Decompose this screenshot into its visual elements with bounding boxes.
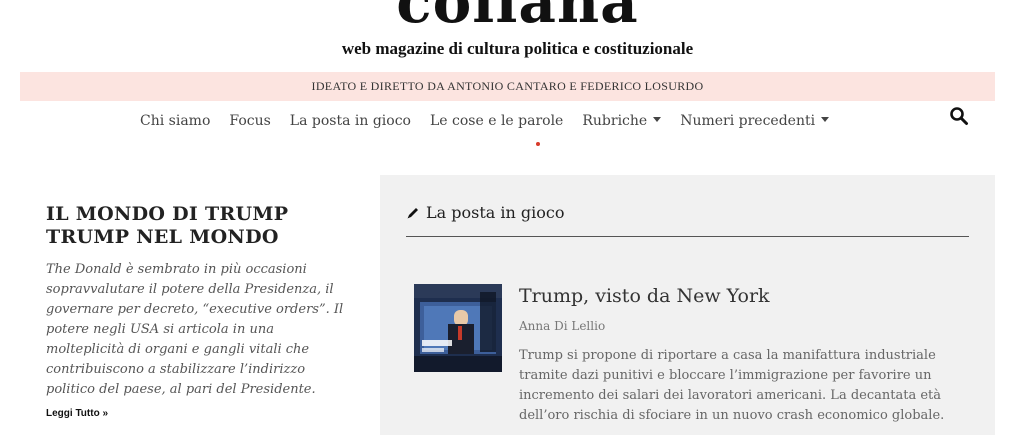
article-author[interactable]: Anna Di Lellio [519,319,605,333]
site-logo[interactable]: collana [0,0,1035,34]
site-tagline: web magazine di cultura politica e costi… [341,39,694,58]
search-icon[interactable] [949,106,969,126]
section-title: La posta in gioco [426,203,565,222]
nav-item-numeri-precedenti-label: Numeri precedenti [680,113,816,129]
pen-icon [407,207,418,218]
read-more-link[interactable]: Leggi Tutto » [46,408,356,419]
feature-column: IL MONDO DI TRUMP TRUMP NEL MONDO The Do… [46,203,356,419]
nav-item-chi-siamo[interactable]: Chi siamo [140,113,210,129]
nav-item-rubriche-label: Rubriche [582,113,648,129]
active-nav-indicator [536,142,540,146]
nav-item-le-cose-e-le-parole[interactable]: Le cose e le parole [430,113,563,129]
nav-item-la-posta-in-gioco[interactable]: La posta in gioco [290,113,411,129]
chevron-down-icon [653,116,662,122]
posta-in-gioco-panel: La posta in gioco Trump, visto da New Yo… [380,175,995,435]
section-divider [406,236,969,237]
nav-item-focus[interactable]: Focus [229,113,270,129]
nav-item-numeri-precedenti[interactable]: Numeri precedenti [680,113,830,129]
nav-item-rubriche[interactable]: Rubriche [582,113,662,129]
chevron-down-icon [821,116,830,122]
feature-excerpt: The Donald è sembrato in più occasioni s… [46,262,344,397]
article-thumbnail[interactable] [414,284,502,372]
article-title[interactable]: Trump, visto da New York [519,285,770,307]
feature-title[interactable]: IL MONDO DI TRUMP TRUMP NEL MONDO [46,203,356,249]
article-excerpt: Trump si propone di riportare a casa la … [519,348,945,423]
section-heading: La posta in gioco [406,203,564,222]
main-nav: Chi siamo Focus La posta in gioco Le cos… [140,113,848,129]
editor-banner: IDEATO E DIRETTO DA ANTONIO CANTARO E FE… [20,72,995,101]
